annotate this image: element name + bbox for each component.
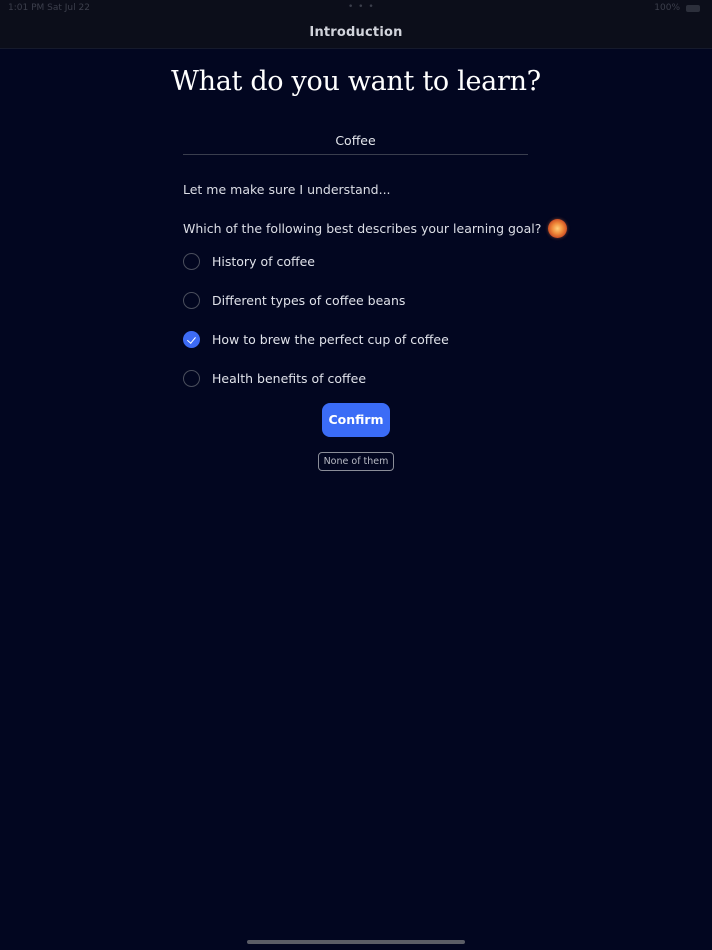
status-bar: 1:01 PM Sat Jul 22 • • • 100%	[0, 0, 712, 18]
app-screen: 1:01 PM Sat Jul 22 • • • 100% Introducti…	[0, 0, 712, 950]
battery-icon	[686, 5, 700, 12]
radio-unchecked-icon[interactable]	[183, 291, 200, 309]
radio-unchecked-icon[interactable]	[183, 252, 200, 270]
none-of-them-button[interactable]: None of them	[318, 452, 394, 471]
assistant-orb-icon	[548, 219, 568, 238]
main-content: What do you want to learn? Coffee Let me…	[0, 49, 712, 471]
option-brewing[interactable]: How to brew the perfect cup of coffee	[183, 329, 449, 349]
battery-percentage: 100%	[654, 3, 680, 13]
page-heading: What do you want to learn?	[171, 66, 541, 97]
multitasking-dots-icon[interactable]: • • •	[348, 2, 375, 12]
radio-unchecked-icon[interactable]	[183, 369, 200, 387]
topic-input[interactable]: Coffee	[183, 124, 528, 155]
confirm-button[interactable]: Confirm	[322, 403, 390, 437]
navigation-bar: Introduction	[0, 18, 712, 49]
option-label: Health benefits of coffee	[212, 370, 367, 386]
question-text: Which of the following best describes yo…	[183, 221, 542, 236]
status-time: 1:01 PM Sat Jul 22	[8, 3, 90, 13]
topic-input-value: Coffee	[335, 133, 376, 148]
question-row: Which of the following best describes yo…	[183, 219, 568, 238]
home-indicator	[247, 940, 465, 944]
nav-title: Introduction	[309, 25, 403, 40]
radio-checked-icon[interactable]	[183, 330, 200, 348]
option-health-benefits[interactable]: Health benefits of coffee	[183, 368, 366, 388]
option-label: Different types of coffee beans	[212, 292, 406, 308]
option-bean-types[interactable]: Different types of coffee beans	[183, 290, 405, 310]
clarification-prompt: Let me make sure I understand...	[183, 182, 391, 197]
option-history[interactable]: History of coffee	[183, 251, 315, 271]
option-label: How to brew the perfect cup of coffee	[212, 331, 449, 347]
option-label: History of coffee	[212, 253, 315, 269]
